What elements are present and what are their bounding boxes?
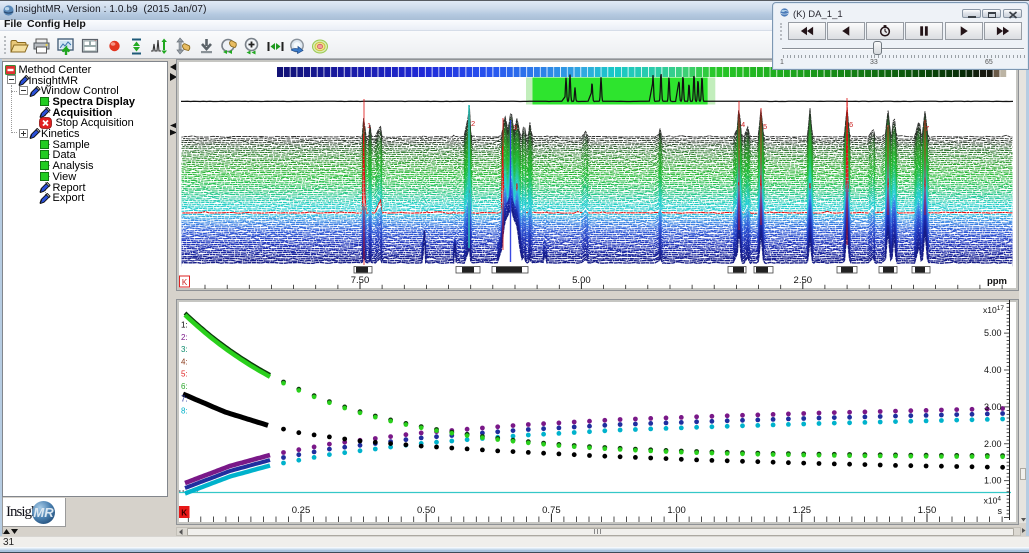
svg-text:x1017: x1017	[983, 305, 1004, 315]
svg-text:2: 2	[471, 119, 475, 128]
svg-text:7.50: 7.50	[351, 275, 370, 286]
svg-text:4.00: 4.00	[984, 365, 1002, 375]
svg-text:8:: 8:	[181, 407, 188, 416]
svg-text:1:: 1:	[181, 321, 188, 330]
svg-text:0.75: 0.75	[542, 505, 561, 516]
svg-text:5.00: 5.00	[572, 275, 591, 286]
svg-text:6: 6	[849, 120, 853, 129]
svg-text:3.00: 3.00	[984, 402, 1002, 412]
svg-text:3: 3	[513, 123, 517, 132]
svg-text:2.50: 2.50	[794, 275, 813, 286]
svg-text:1.00: 1.00	[667, 505, 686, 516]
svg-text:7: 7	[925, 124, 929, 133]
svg-text:6:: 6:	[181, 382, 188, 391]
svg-text:1.00: 1.00	[984, 476, 1002, 486]
svg-text:1.50: 1.50	[918, 505, 937, 516]
svg-text:5:: 5:	[181, 370, 188, 379]
svg-text:ppm: ppm	[987, 276, 1007, 287]
svg-text:3:: 3:	[181, 345, 188, 354]
svg-text:4:: 4:	[181, 357, 188, 366]
svg-text:2.00: 2.00	[984, 439, 1002, 449]
svg-text:5.00: 5.00	[984, 328, 1002, 338]
svg-text:K: K	[181, 509, 187, 518]
svg-text:0.50: 0.50	[417, 505, 436, 516]
svg-text:MR: MR	[33, 505, 54, 520]
svg-text:4: 4	[741, 120, 745, 129]
svg-text:0.25: 0.25	[292, 505, 311, 516]
svg-text:2:: 2:	[181, 333, 188, 342]
svg-text:1.25: 1.25	[793, 505, 812, 516]
svg-text:K: K	[182, 278, 188, 287]
svg-text:1: 1	[367, 121, 371, 130]
svg-text:x104: x104	[984, 496, 1002, 506]
svg-text:5: 5	[763, 122, 767, 131]
svg-text:7:: 7:	[181, 394, 188, 403]
svg-text:s: s	[998, 506, 1003, 516]
